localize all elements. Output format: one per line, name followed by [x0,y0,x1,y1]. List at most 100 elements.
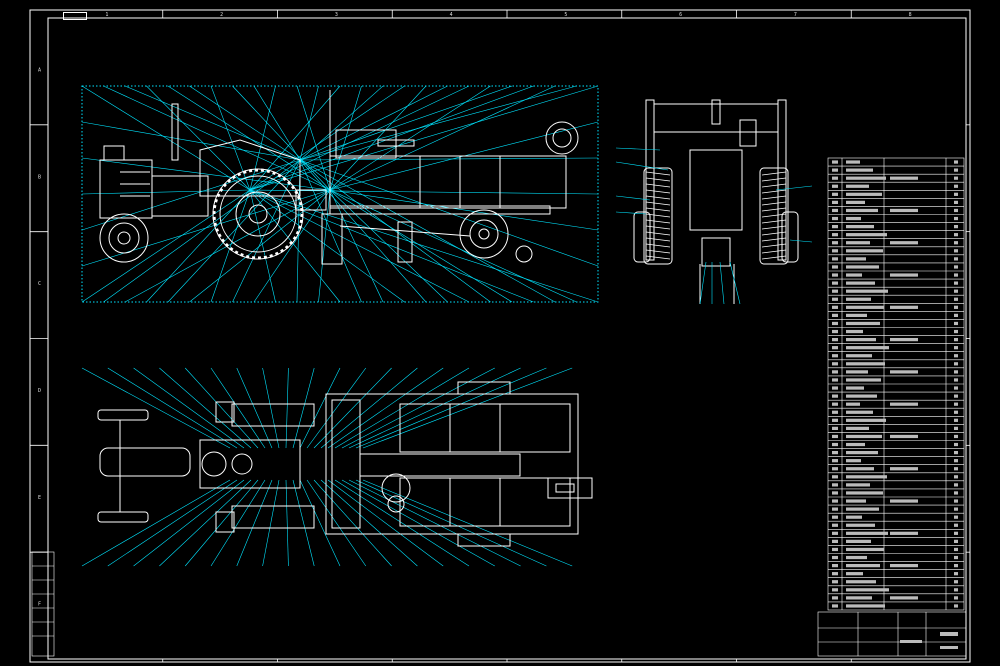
bom-row-name [846,208,878,213]
bom-row-number [832,249,838,253]
bom-row-material [890,176,918,180]
bom-row-number [832,313,838,318]
bom-row-qty [954,257,958,261]
bom-row-name [846,370,868,374]
bom-row-name [846,168,873,172]
bom-row-material [890,273,918,277]
bom-row-name [846,329,863,334]
bom-row-qty [954,305,958,309]
bom-row-number [832,378,838,382]
bom-row-number [832,467,838,471]
bom-row-number [832,184,838,188]
bom-row-material [890,402,918,406]
bom-row-material [890,241,918,245]
bom-row-name [846,588,889,592]
bom-row-qty [954,346,958,350]
bom-row-number [832,386,838,390]
bom-row-qty [954,168,958,172]
bom-row-qty [954,580,958,584]
bom-row-number [832,434,838,439]
bom-row-number [832,531,838,535]
bom-row-qty [954,604,958,608]
bom-row-number [832,459,838,463]
zone-column-label: 2 [220,12,223,18]
zone-row-label: A [38,67,41,73]
bom-row-number [832,216,838,221]
bom-row-qty [954,572,958,576]
bom-row-qty [954,555,958,560]
bom-row-qty [954,402,958,406]
bom-row-number [832,483,838,487]
bom-row-number [832,515,838,519]
bom-row-number [832,337,838,342]
bom-row-name [846,321,880,326]
bom-row-qty [954,321,958,326]
bom-row-qty [954,249,958,253]
bom-row-name [846,499,866,503]
bom-row-qty [954,160,958,164]
bom-row-qty [954,507,958,511]
bom-row-number [832,192,838,196]
bom-row-number [832,305,838,309]
zone-column-label: 6 [679,12,682,18]
bom-row-name [846,289,888,293]
bom-row-name [846,483,870,487]
bom-row-qty [954,241,958,245]
bom-row-qty [954,297,958,301]
bom-row-qty [954,588,958,592]
bom-row-name [846,531,888,535]
bom-row-name [846,346,889,350]
bom-row-qty [954,499,958,503]
bom-row-qty [954,596,958,600]
bom-row-qty [954,410,958,414]
bom-row-number [832,241,838,245]
bom-row-number [832,596,838,600]
bom-row-qty [954,370,958,374]
bom-row-qty [954,394,958,398]
bom-row-number [832,224,838,229]
bom-row-qty [954,539,958,544]
bom-row-qty [954,491,958,495]
bom-row-qty [954,483,958,487]
zone-row-label: B [38,174,41,180]
bom-row-number [832,547,838,552]
bom-row-qty [954,531,958,535]
bom-row-number [832,297,838,301]
bom-row-number [832,604,838,608]
bom-row-name [846,224,874,229]
bom-row-name [846,337,876,342]
bom-row-qty [954,337,958,342]
bom-row-qty [954,216,958,221]
bom-row-number [832,321,838,326]
bom-row-number [832,499,838,503]
bom-row-number [832,418,838,422]
bom-row-number [832,168,838,172]
bom-row-name [846,507,879,511]
bom-row-name [846,200,865,205]
bom-row-name [846,402,860,406]
bom-row-number [832,523,838,527]
bom-row-number [832,580,838,584]
bom-row-number [832,402,838,406]
bom-row-number [832,572,838,576]
bom-row-name [846,491,883,495]
bom-row-name [846,265,879,269]
bom-row-qty [954,184,958,188]
bom-row-qty [954,362,958,366]
bom-row-number [832,200,838,205]
bom-row-name [846,418,886,422]
bom-row-number [832,265,838,269]
bom-row-qty [954,200,958,205]
bom-row-qty [954,224,958,229]
bom-row-number [832,450,838,455]
bom-row-name [846,386,864,390]
drawing-number-tag [63,12,87,20]
bom-row-number [832,588,838,592]
bom-row-number [832,176,838,180]
zone-column-label: 8 [909,12,912,18]
bom-row-name [846,604,885,608]
bom-row-name [846,475,887,479]
bom-row-number [832,410,838,414]
bom-row-name [846,580,876,584]
zone-column-label: 1 [105,12,108,18]
